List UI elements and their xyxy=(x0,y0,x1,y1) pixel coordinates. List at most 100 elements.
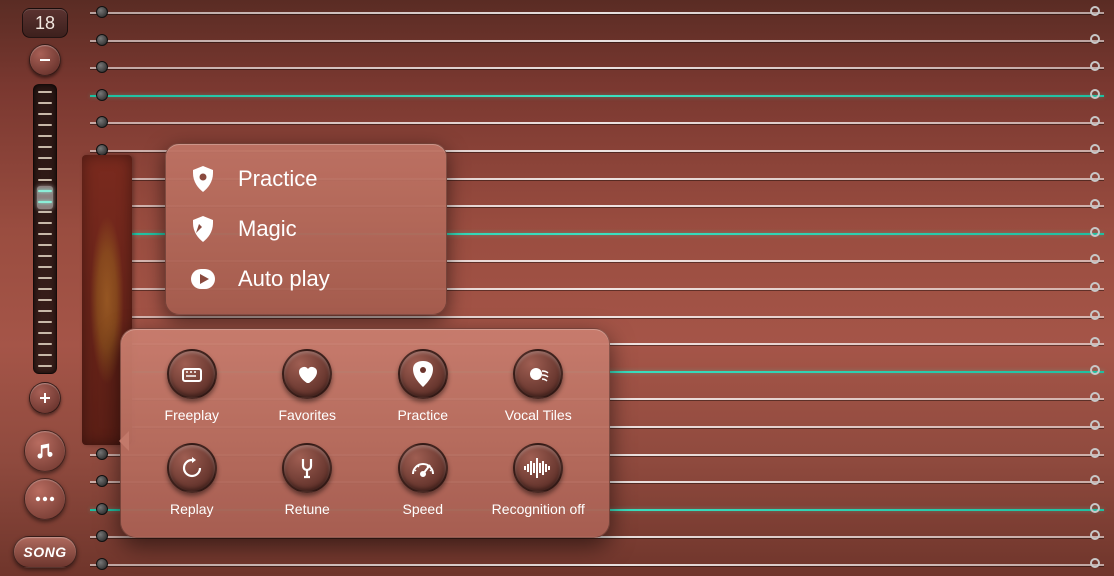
more-button[interactable] xyxy=(24,478,66,520)
toolbar-favorites[interactable]: Favorites xyxy=(278,349,336,423)
string-peg xyxy=(96,61,108,73)
toolbar-speed[interactable]: Speed xyxy=(398,443,448,517)
string-peg xyxy=(96,530,108,542)
menu-item-label: Auto play xyxy=(238,266,330,292)
play-icon xyxy=(190,266,216,292)
string[interactable] xyxy=(90,564,1104,566)
menu-item-label: Magic xyxy=(238,216,297,242)
string-tail xyxy=(1090,420,1100,430)
song-button[interactable]: SONG xyxy=(13,536,77,568)
minus-button[interactable] xyxy=(29,44,61,76)
string-tail xyxy=(1090,337,1100,347)
string-peg xyxy=(96,34,108,46)
string-tail xyxy=(1090,558,1100,568)
toolbar-item-label: Retune xyxy=(285,501,330,517)
menu-item-magic[interactable]: Magic xyxy=(166,204,446,254)
string-tail xyxy=(1090,282,1100,292)
vocal-icon xyxy=(513,349,563,399)
slider-tick xyxy=(38,124,52,126)
toolbar-item-label: Speed xyxy=(403,501,443,517)
pick-icon xyxy=(398,349,448,399)
replay-icon xyxy=(167,443,217,493)
slider-tick xyxy=(38,244,52,246)
string-peg xyxy=(96,448,108,460)
string-tail xyxy=(1090,89,1100,99)
toolbar-vocal-tiles[interactable]: Vocal Tiles xyxy=(505,349,572,423)
string-tail xyxy=(1090,503,1100,513)
toolbar-item-label: Recognition off xyxy=(492,501,585,517)
menu-item-practice[interactable]: Practice xyxy=(166,154,446,204)
toolbar-popup: Freeplay Favorites Practice Vocal Tiles Repl… xyxy=(120,328,610,538)
slider-tick xyxy=(38,255,52,257)
toolbar-item-label: Freeplay xyxy=(165,407,219,423)
slider-tick xyxy=(38,321,52,323)
string-tail xyxy=(1090,254,1100,264)
string[interactable] xyxy=(90,67,1104,69)
string-tail xyxy=(1090,227,1100,237)
plus-button[interactable] xyxy=(29,382,61,414)
string-tail xyxy=(1090,310,1100,320)
slider-tick xyxy=(38,365,52,367)
slider-tick xyxy=(38,113,52,115)
slider-tick xyxy=(38,157,52,159)
string-tail xyxy=(1090,448,1100,458)
string-tail xyxy=(1090,144,1100,154)
string-peg xyxy=(96,6,108,18)
slider-tick xyxy=(38,179,52,181)
toolbar-practice[interactable]: Practice xyxy=(397,349,448,423)
string-tail xyxy=(1090,6,1100,16)
string-tail xyxy=(1090,34,1100,44)
slider-tick xyxy=(38,299,52,301)
slider-tick xyxy=(38,277,52,279)
string-peg xyxy=(96,503,108,515)
string[interactable] xyxy=(90,95,1104,97)
string-peg xyxy=(96,558,108,570)
string-tail xyxy=(1090,61,1100,71)
string[interactable] xyxy=(90,12,1104,14)
slider-tick xyxy=(38,91,52,93)
menu-item-autoplay[interactable]: Auto play xyxy=(166,254,446,304)
string-tail xyxy=(1090,172,1100,182)
string-tail xyxy=(1090,392,1100,402)
shield-mic-icon xyxy=(190,166,216,192)
toolbar-item-label: Favorites xyxy=(278,407,336,423)
slider-tick xyxy=(38,146,52,148)
slider-tick xyxy=(38,310,52,312)
toolbar-recognition-off[interactable]: Recognition off xyxy=(492,443,585,517)
music-button[interactable] xyxy=(24,430,66,472)
toolbar-grid: Freeplay Favorites Practice Vocal Tiles Repl… xyxy=(139,349,591,517)
string-peg xyxy=(96,89,108,101)
string-tail xyxy=(1090,530,1100,540)
string[interactable] xyxy=(90,40,1104,42)
waveform-icon xyxy=(513,443,563,493)
mode-menu: Practice Magic Auto play xyxy=(165,143,447,315)
string-tail xyxy=(1090,116,1100,126)
string-peg xyxy=(96,475,108,487)
menu-item-label: Practice xyxy=(238,166,317,192)
toolbar-replay[interactable]: Replay xyxy=(167,443,217,517)
string-slider[interactable] xyxy=(33,84,57,374)
toolbar-retune[interactable]: Retune xyxy=(282,443,332,517)
slider-tick xyxy=(38,222,52,224)
slider-tick xyxy=(38,266,52,268)
slider-tick xyxy=(38,343,52,345)
string-peg xyxy=(96,116,108,128)
string[interactable] xyxy=(90,316,1104,318)
slider-tick xyxy=(38,211,52,213)
string-tail xyxy=(1090,365,1100,375)
slider-tick xyxy=(38,102,52,104)
heart-icon xyxy=(282,349,332,399)
tuningfork-icon xyxy=(282,443,332,493)
string[interactable] xyxy=(90,122,1104,124)
shield-spark-icon xyxy=(190,216,216,242)
left-rail: 18 SONG xyxy=(10,8,80,568)
gauge-icon xyxy=(398,443,448,493)
toolbar-item-label: Practice xyxy=(397,407,448,423)
string-tail xyxy=(1090,475,1100,485)
string-tail xyxy=(1090,199,1100,209)
slider-thumb[interactable] xyxy=(37,186,53,209)
toolbar-item-label: Vocal Tiles xyxy=(505,407,572,423)
keyboard-icon xyxy=(167,349,217,399)
toolbar-freeplay[interactable]: Freeplay xyxy=(165,349,219,423)
slider-tick xyxy=(38,233,52,235)
